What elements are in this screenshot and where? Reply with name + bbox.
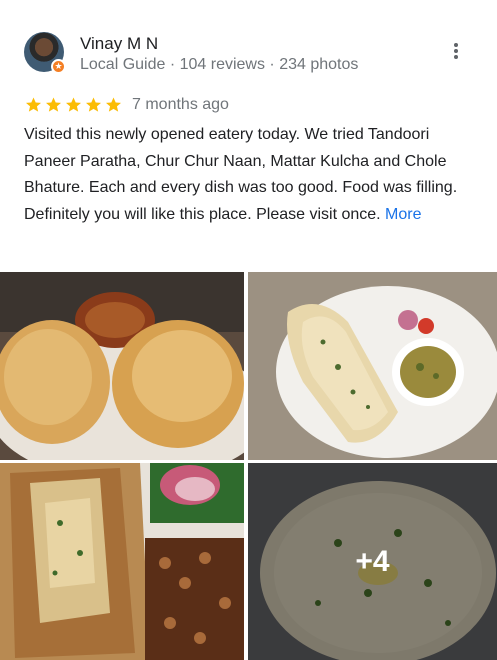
star-icon bbox=[66, 97, 81, 112]
more-options-icon[interactable] bbox=[449, 42, 463, 62]
star-icon bbox=[46, 97, 61, 112]
more-photos-count[interactable]: +4 bbox=[248, 463, 497, 660]
reviewer-meta: Local Guide · 104 reviews · 234 photos bbox=[80, 56, 359, 73]
review-card: ★ Vinay M N Local Guide · 104 reviews · … bbox=[0, 0, 497, 660]
star-icon bbox=[26, 97, 41, 112]
star-rating bbox=[24, 96, 124, 114]
more-link[interactable]: More bbox=[385, 206, 421, 223]
review-time: 7 months ago bbox=[132, 96, 229, 113]
reviewer-avatar[interactable]: ★ bbox=[24, 32, 66, 74]
star-icon bbox=[86, 97, 101, 112]
reviewer-name[interactable]: Vinay M N bbox=[80, 34, 158, 54]
review-photo-chole-bhature[interactable] bbox=[0, 272, 244, 460]
rating-row: 7 months ago bbox=[24, 94, 229, 116]
review-photo-paratha[interactable] bbox=[0, 463, 244, 660]
star-icon bbox=[106, 97, 121, 112]
review-photo-naan[interactable] bbox=[248, 272, 497, 460]
review-photo-more[interactable]: +4 bbox=[248, 463, 497, 660]
local-guide-badge-icon: ★ bbox=[51, 59, 66, 74]
review-text-block: Visited this newly opened eatery today. … bbox=[24, 122, 476, 228]
